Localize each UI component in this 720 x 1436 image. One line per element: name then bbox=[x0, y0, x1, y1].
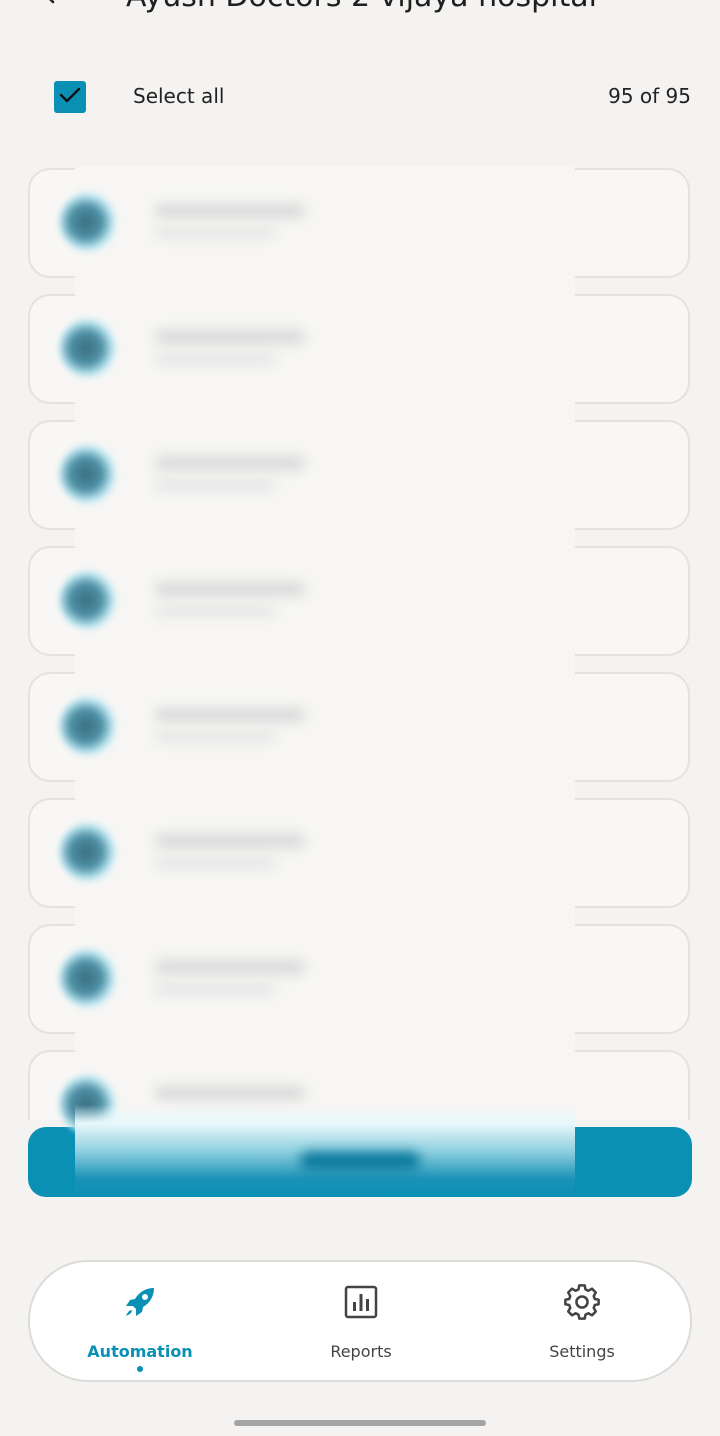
list-item[interactable] bbox=[28, 924, 690, 1034]
nav-item-automation[interactable]: Automation bbox=[50, 1262, 230, 1380]
home-indicator[interactable] bbox=[234, 1420, 486, 1426]
list-item[interactable] bbox=[28, 420, 690, 530]
checkmark-icon bbox=[58, 83, 82, 111]
chevron-left-icon bbox=[38, 0, 62, 10]
page-title: Ayush Doctors 2 vijaya hospital bbox=[126, 0, 597, 14]
select-all-checkbox[interactable] bbox=[54, 81, 86, 113]
selected-count: 95 of 95 bbox=[608, 84, 691, 108]
rocket-icon bbox=[120, 1282, 160, 1322]
gear-icon bbox=[562, 1282, 602, 1322]
bar-chart-icon bbox=[341, 1282, 381, 1322]
nav-label-settings: Settings bbox=[549, 1342, 615, 1361]
nav-label-automation: Automation bbox=[87, 1342, 193, 1361]
active-indicator bbox=[137, 1366, 143, 1372]
screen: Ayush Doctors 2 vijaya hospital Select a… bbox=[0, 0, 720, 1436]
nav-label-reports: Reports bbox=[330, 1342, 392, 1361]
list-item[interactable] bbox=[28, 1050, 690, 1120]
nav-item-settings[interactable]: Settings bbox=[492, 1262, 672, 1380]
select-all-label: Select all bbox=[133, 84, 225, 108]
select-all-row: Select all 95 of 95 bbox=[0, 72, 720, 122]
back-button[interactable] bbox=[30, 0, 70, 16]
contact-list bbox=[0, 166, 720, 1120]
header: Ayush Doctors 2 vijaya hospital bbox=[0, 0, 720, 20]
nav-item-reports[interactable]: Reports bbox=[271, 1262, 451, 1380]
primary-action-button[interactable] bbox=[28, 1127, 692, 1197]
list-item[interactable] bbox=[28, 168, 690, 278]
list-item[interactable] bbox=[28, 546, 690, 656]
bottom-navigation: Automation Reports Settings bbox=[28, 1260, 692, 1382]
list-item[interactable] bbox=[28, 294, 690, 404]
list-item[interactable] bbox=[28, 672, 690, 782]
list-item[interactable] bbox=[28, 798, 690, 908]
